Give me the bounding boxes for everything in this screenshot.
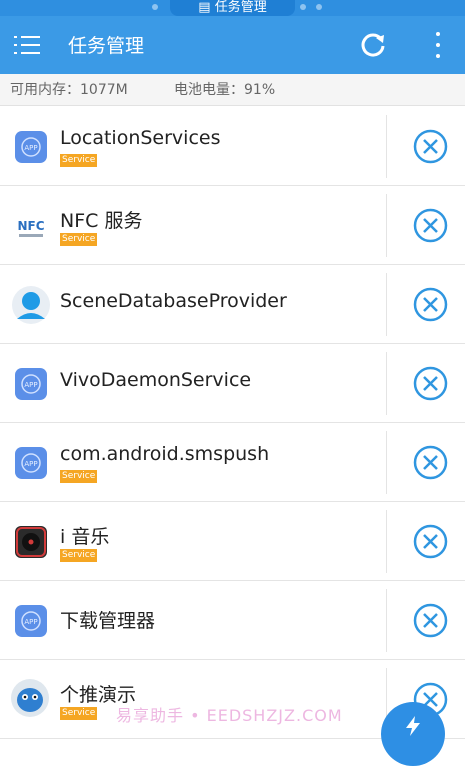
svg-text:NFC: NFC: [17, 219, 44, 233]
divider: [386, 352, 387, 415]
service-badge: Service: [60, 154, 98, 167]
top-status-strip: ▤ 任务管理: [0, 0, 465, 16]
available-memory: 可用内存：1077M: [10, 82, 128, 98]
divider: [386, 431, 387, 494]
app-default-icon: APP: [15, 605, 47, 637]
more-options-icon[interactable]: [430, 30, 446, 60]
close-task-icon[interactable]: [413, 208, 448, 243]
task-name: NFC 服务: [60, 210, 143, 232]
task-name: i 音乐: [60, 526, 110, 548]
task-row[interactable]: NFC NFC 服务 Service: [0, 186, 465, 265]
task-row[interactable]: APP LocationServices Service: [0, 107, 465, 186]
battery-level: 电池电量：91%: [174, 82, 276, 98]
service-badge: Service: [60, 707, 98, 720]
mascot-icon: [11, 679, 49, 717]
close-task-icon[interactable]: [413, 366, 448, 401]
app-default-icon: APP: [15, 368, 47, 400]
app-header: 任务管理: [0, 16, 465, 74]
avatar-person-icon: [12, 286, 50, 324]
task-name: SceneDatabaseProvider: [60, 290, 287, 312]
task-row[interactable]: SceneDatabaseProvider: [0, 265, 465, 344]
nfc-icon: NFC: [15, 214, 47, 240]
svg-text:APP: APP: [24, 381, 37, 389]
task-name: VivoDaemonService: [60, 369, 252, 391]
page-dot: [300, 4, 306, 10]
task-name: LocationServices: [60, 127, 221, 149]
close-task-icon[interactable]: [413, 129, 448, 164]
task-name: com.android.smspush: [60, 443, 270, 465]
divider: [386, 273, 387, 336]
divider: [386, 194, 387, 257]
divider: [386, 115, 387, 178]
document-icon: ▤: [198, 0, 211, 15]
service-badge: Service: [60, 549, 98, 562]
divider: [386, 589, 387, 652]
close-task-icon[interactable]: [413, 603, 448, 638]
task-name: 下载管理器: [60, 610, 156, 632]
menu-icon[interactable]: [14, 34, 40, 56]
lightning-icon: [406, 716, 420, 736]
service-badge: Service: [60, 470, 98, 483]
watermark: 易享助手 • EEDSHZJZ.COM: [116, 706, 343, 725]
task-row[interactable]: i 音乐 Service: [0, 502, 465, 581]
app-default-icon: APP: [15, 131, 47, 163]
close-task-icon[interactable]: [413, 524, 448, 559]
task-list: APP LocationServices Service NFC NFC 服务 …: [0, 107, 465, 739]
boost-button[interactable]: [381, 702, 445, 766]
page-dot: [316, 4, 322, 10]
refresh-icon[interactable]: [358, 30, 388, 60]
task-row[interactable]: APP com.android.smspush Service: [0, 423, 465, 502]
svg-text:APP: APP: [24, 144, 37, 152]
close-task-icon[interactable]: [413, 287, 448, 322]
status-title-pill: ▤ 任务管理: [170, 0, 295, 16]
page-title: 任务管理: [68, 35, 145, 57]
device-info-bar: 可用内存：1077M 电池电量：91%: [0, 74, 465, 106]
svg-text:APP: APP: [24, 460, 37, 468]
status-title: 任务管理: [214, 0, 267, 15]
task-row[interactable]: APP VivoDaemonService: [0, 344, 465, 423]
service-badge: Service: [60, 233, 98, 246]
task-row[interactable]: APP 下载管理器: [0, 581, 465, 660]
svg-text:APP: APP: [24, 618, 37, 626]
page-dot: [152, 4, 158, 10]
app-default-icon: APP: [15, 447, 47, 479]
divider: [386, 510, 387, 573]
music-player-icon: [15, 526, 47, 558]
close-task-icon[interactable]: [413, 445, 448, 480]
